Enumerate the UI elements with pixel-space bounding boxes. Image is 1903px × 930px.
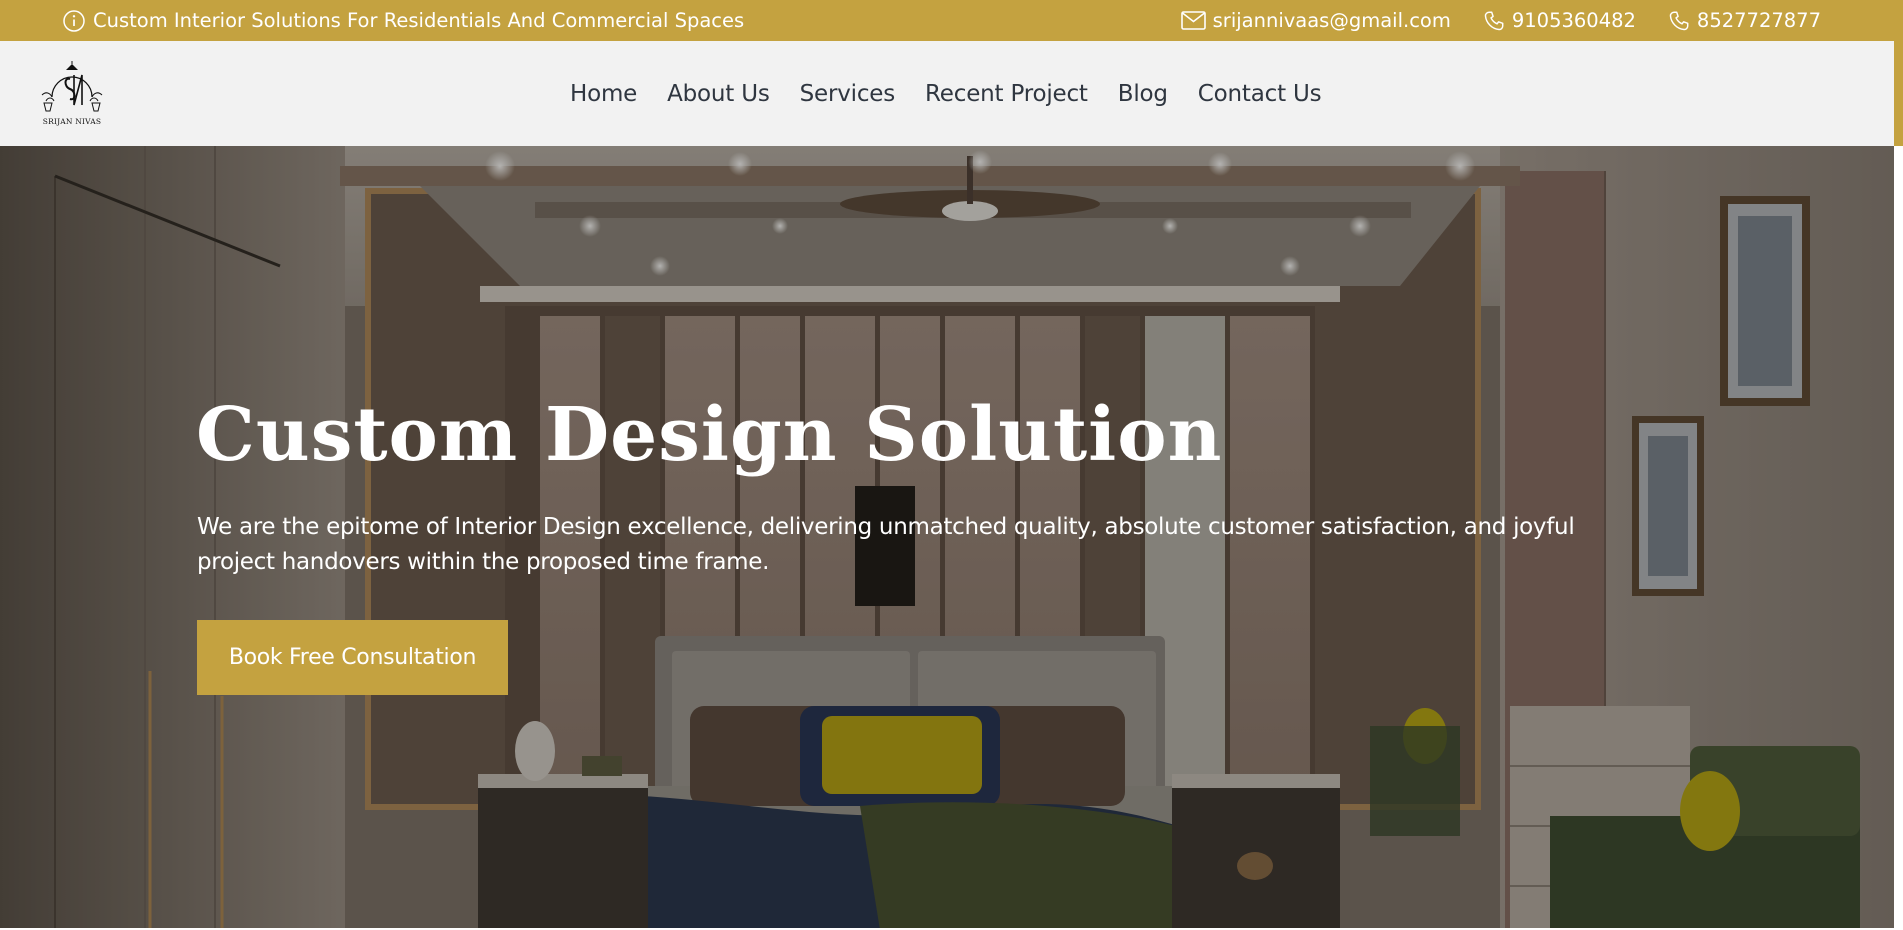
brand-logo[interactable]: SRIJAN NIVAS <box>30 57 114 131</box>
phone-text-2: 8527727877 <box>1696 9 1821 32</box>
nav-blog[interactable]: Blog <box>1118 81 1168 107</box>
email-link[interactable]: srijannivaas@gmail.com <box>1180 9 1451 32</box>
mail-icon <box>1180 11 1206 30</box>
hero-section: Custom Design Solution We are the epitom… <box>0 146 1894 930</box>
navbar-accent-edge <box>1894 41 1903 146</box>
nav-services[interactable]: Services <box>800 81 896 107</box>
info-icon <box>63 9 85 32</box>
tagline-text: Custom Interior Solutions For Residentia… <box>93 9 745 32</box>
hero-title: Custom Design Solution <box>196 392 1223 478</box>
tagline: Custom Interior Solutions For Residentia… <box>62 9 744 33</box>
nav-menu: Home About Us Services Recent Project Bl… <box>555 41 1336 146</box>
phone-text-1: 9105360482 <box>1511 9 1636 32</box>
nav-recent-project[interactable]: Recent Project <box>925 81 1088 107</box>
phone-icon <box>1669 11 1689 30</box>
email-text: srijannivaas@gmail.com <box>1212 9 1451 32</box>
hero-right-edge <box>1894 146 1903 930</box>
phone-link-2[interactable]: 8527727877 <box>1668 9 1821 32</box>
logo-text: SRIJAN NIVAS <box>42 117 102 126</box>
nav-contact-us[interactable]: Contact Us <box>1198 81 1322 107</box>
main-navbar: SRIJAN NIVAS Home About Us Services Rece… <box>0 41 1894 146</box>
hero-description: We are the epitome of Interior Design ex… <box>197 514 1575 575</box>
top-info-bar: Custom Interior Solutions For Residentia… <box>0 0 1903 41</box>
book-consultation-button[interactable]: Book Free Consultation <box>197 620 508 695</box>
nav-about-us[interactable]: About Us <box>667 81 770 107</box>
nav-home[interactable]: Home <box>570 81 637 107</box>
phone-link-1[interactable]: 9105360482 <box>1483 9 1636 32</box>
phone-icon <box>1484 11 1504 30</box>
